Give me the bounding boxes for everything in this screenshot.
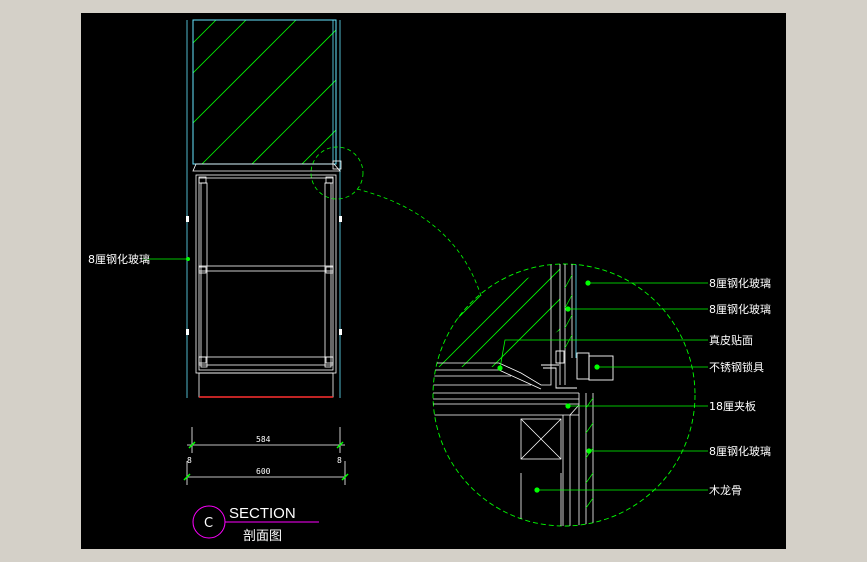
drawing-viewport[interactable]: 8厘钢化玻璃 584 600 8 8 8厘钢化玻璃 8厘钢化玻璃 真皮贴面 不锈… <box>81 13 786 549</box>
detail-label-2: 8厘钢化玻璃 <box>709 302 771 316</box>
counter-top <box>192 160 342 172</box>
detail-label-6: 8厘钢化玻璃 <box>709 444 771 458</box>
title-letter: C <box>204 516 213 531</box>
detail-label-5: 18厘夹板 <box>709 399 756 413</box>
title-section: SECTION <box>229 505 296 522</box>
detail-label-3: 真皮贴面 <box>709 333 753 347</box>
title-subtitle: 剖面图 <box>243 529 282 544</box>
cabinet-frame <box>195 174 337 398</box>
dim-right-8: 8 <box>337 456 342 465</box>
glass-label: 8厘钢化玻璃 <box>88 252 150 266</box>
detail-label-7: 木龙骨 <box>709 484 742 497</box>
glass-leader <box>143 257 190 261</box>
dim-left-8: 8 <box>187 456 192 465</box>
side-clips <box>186 216 342 335</box>
detail-label-1: 8厘钢化玻璃 <box>709 276 771 290</box>
detail-label-4: 不锈钢锁具 <box>709 360 764 374</box>
dim-584: 584 <box>256 435 271 444</box>
section-drawing: 8厘钢化玻璃 584 600 8 8 8厘钢化玻璃 8厘钢化玻璃 真皮贴面 不锈… <box>88 19 771 544</box>
detail-leaders <box>497 280 708 493</box>
detail-circle <box>432 263 696 527</box>
dim-600: 600 <box>256 467 271 476</box>
glass-panel-top <box>186 19 341 398</box>
